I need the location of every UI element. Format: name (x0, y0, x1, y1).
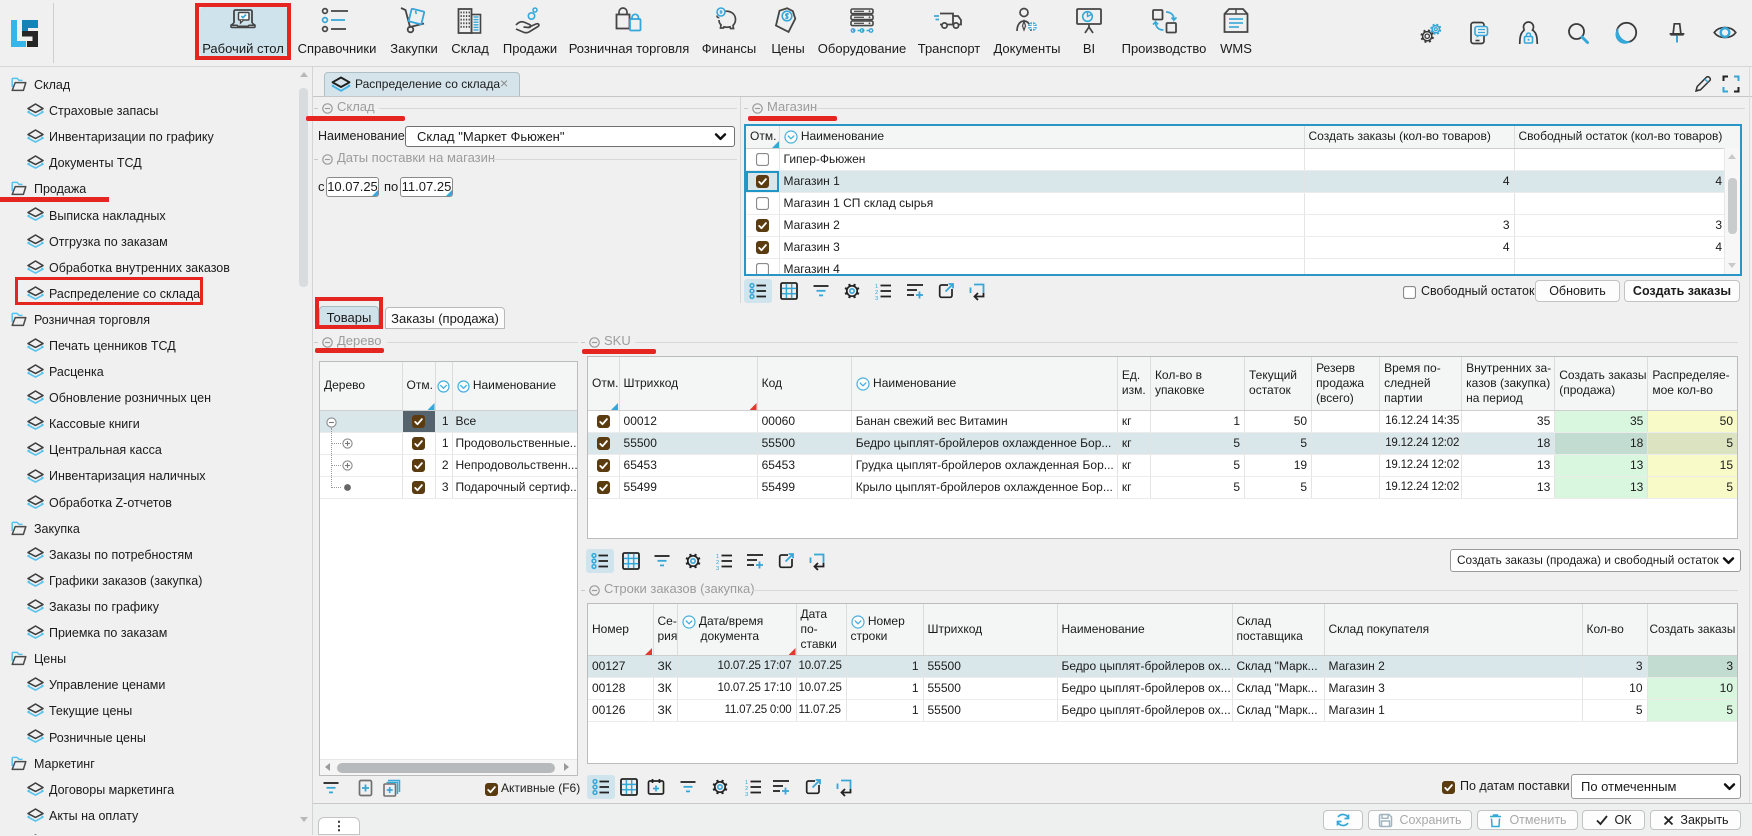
svg-text:3: 3 (745, 792, 748, 797)
svg-text:3: 3 (875, 296, 878, 301)
svg-text:3: 3 (716, 566, 719, 571)
